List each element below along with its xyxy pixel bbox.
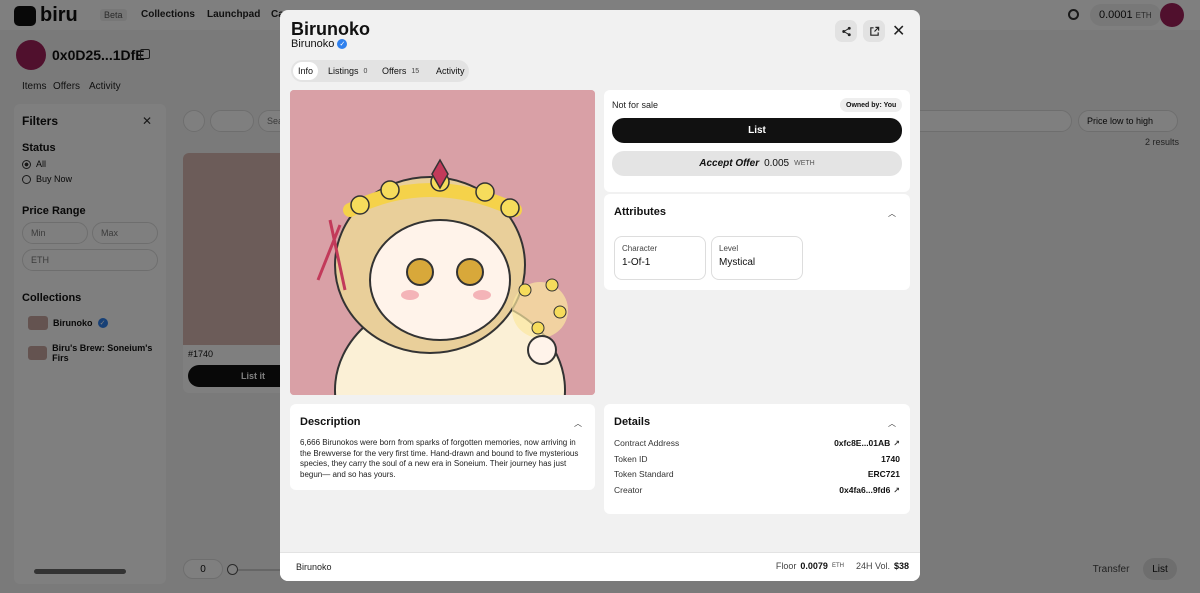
floor-label: Floor bbox=[775, 561, 797, 571]
detail-row-token-standard: Token Standard ERC721 bbox=[614, 469, 900, 479]
description-title: Description bbox=[300, 416, 361, 428]
detail-value: ERC721 bbox=[867, 469, 900, 479]
collection-stats: Floor 0.0079 ETH 24H Vol. $38 bbox=[776, 561, 909, 571]
attribute-card: Character 1-Of-1 bbox=[614, 236, 706, 280]
attributes-title: Attributes bbox=[614, 206, 666, 218]
nft-artwork-image bbox=[290, 90, 595, 395]
detail-label: Token ID bbox=[614, 454, 648, 464]
floor-value: 0.0079 bbox=[800, 561, 828, 571]
detail-value: 1740 bbox=[881, 454, 900, 464]
tab-listings[interactable]: Listings 0 bbox=[323, 62, 372, 80]
accept-offer-unit: WETH bbox=[794, 160, 815, 167]
tab-count: 15 bbox=[411, 67, 420, 75]
external-link-icon: ↗ bbox=[893, 438, 900, 448]
volume-label: 24H Vol. bbox=[855, 561, 890, 571]
footer-collection-name[interactable]: Birunoko bbox=[296, 562, 332, 572]
detail-row-token-id: Token ID 1740 bbox=[614, 454, 900, 464]
description-text: 6,666 Birunokos were born from sparks of… bbox=[300, 438, 579, 479]
floor-unit: ETH bbox=[831, 563, 844, 569]
modal-footer: Birunoko Floor 0.0079 ETH 24H Vol. $38 bbox=[280, 552, 920, 581]
details-title: Details bbox=[614, 416, 651, 428]
external-link-icon: ↗ bbox=[893, 485, 900, 495]
detail-row-contract: Contract Address 0xfc8E...01AB ↗ bbox=[614, 438, 900, 448]
attributes-panel: Attributes ︿ Character 1-Of-1 Level Myst… bbox=[604, 194, 910, 290]
nft-detail-modal: Birunoko Birunoko ✓ ✕ Info Listings 0 Of… bbox=[280, 10, 920, 581]
details-panel: Details ︿ Contract Address 0xfc8E...01AB… bbox=[604, 404, 910, 514]
verified-icon: ✓ bbox=[337, 39, 348, 49]
detail-value: 0x4fa6...9fd6 bbox=[839, 485, 891, 495]
modal-collection-name: Birunoko bbox=[291, 38, 335, 50]
chevron-up-icon[interactable]: ︿ bbox=[888, 208, 896, 219]
external-link-icon[interactable] bbox=[863, 20, 885, 42]
chevron-up-icon[interactable]: ︿ bbox=[888, 418, 896, 429]
tab-activity[interactable]: Activity bbox=[431, 62, 470, 80]
tab-offers[interactable]: Offers 15 bbox=[377, 62, 424, 80]
share-icon[interactable] bbox=[835, 20, 857, 42]
attribute-value: 1-Of-1 bbox=[622, 257, 651, 268]
list-button[interactable]: List bbox=[612, 118, 902, 143]
tab-label: Info bbox=[298, 66, 314, 76]
chevron-up-icon[interactable]: ︿ bbox=[574, 418, 582, 429]
sale-panel: Not for sale Owned by: You List Accept O… bbox=[604, 90, 910, 192]
modal-collection-link[interactable]: Birunoko ✓ bbox=[291, 38, 348, 50]
close-icon[interactable]: ✕ bbox=[892, 21, 905, 41]
sale-status: Not for sale bbox=[612, 100, 659, 110]
attribute-trait: Character bbox=[622, 244, 658, 253]
contract-address-link[interactable]: 0xfc8E...01AB ↗ bbox=[834, 438, 900, 448]
attribute-trait: Level bbox=[719, 244, 739, 253]
detail-value: 0xfc8E...01AB bbox=[834, 438, 891, 448]
volume-value: $38 bbox=[893, 561, 909, 571]
detail-label: Contract Address bbox=[614, 438, 680, 448]
tab-label: Offers bbox=[382, 66, 407, 76]
accept-offer-label: Accept Offer bbox=[699, 158, 760, 169]
attribute-card: Level Mystical bbox=[711, 236, 803, 280]
accept-offer-button[interactable]: Accept Offer 0.005 WETH bbox=[612, 151, 902, 176]
accept-offer-value: 0.005 bbox=[764, 158, 790, 169]
detail-label: Token Standard bbox=[614, 469, 674, 479]
owned-by-badge: Owned by: You bbox=[840, 98, 903, 112]
tab-label: Activity bbox=[436, 66, 465, 76]
tab-label: Listings bbox=[328, 66, 359, 76]
creator-address-link[interactable]: 0x4fa6...9fd6 ↗ bbox=[839, 485, 900, 495]
modal-tabs: Info Listings 0 Offers 15 Activity bbox=[291, 60, 469, 82]
detail-label: Creator bbox=[614, 485, 643, 495]
description-panel: Description ︿ 6,666 Birunokos were born … bbox=[290, 404, 595, 490]
tab-info[interactable]: Info bbox=[293, 62, 319, 80]
tab-count: 0 bbox=[363, 67, 368, 75]
modal-title: Birunoko bbox=[291, 19, 370, 39]
detail-row-creator: Creator 0x4fa6...9fd6 ↗ bbox=[614, 485, 900, 495]
attribute-value: Mystical bbox=[719, 257, 756, 268]
